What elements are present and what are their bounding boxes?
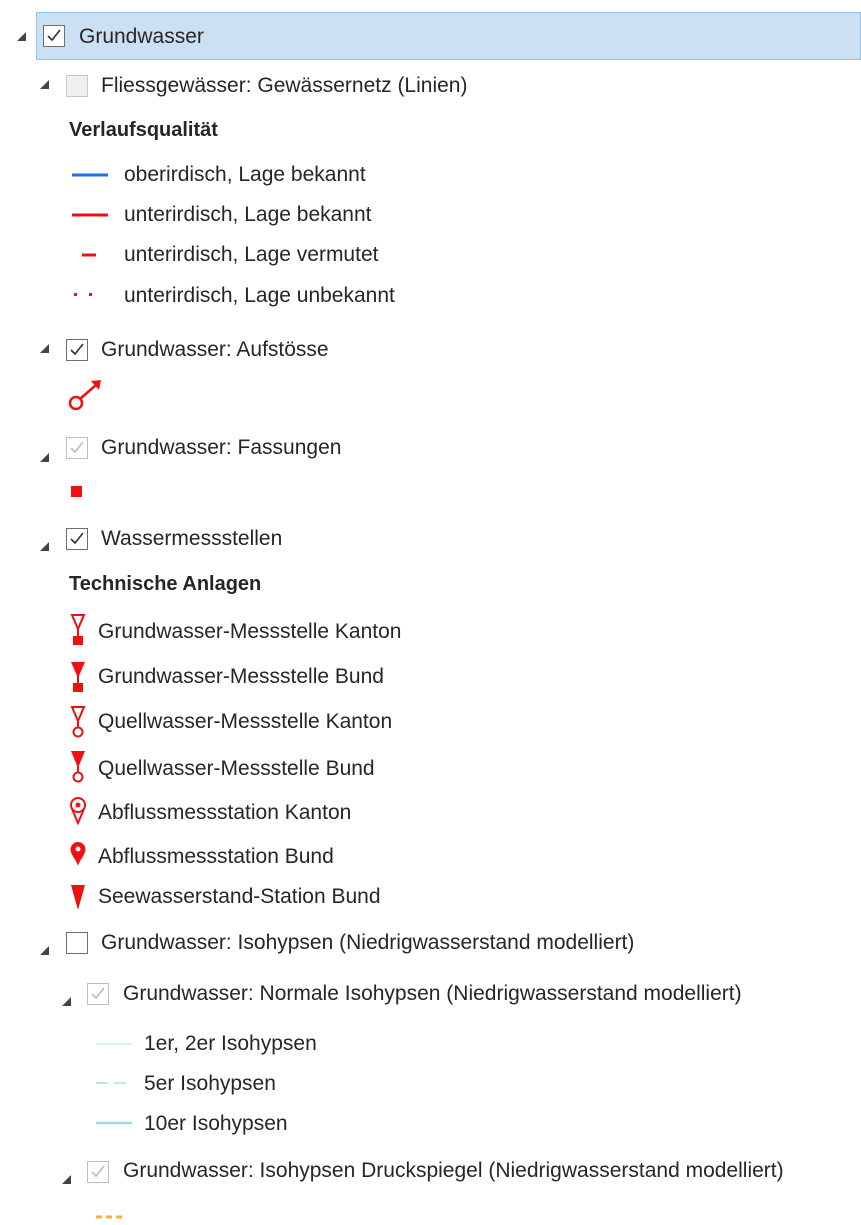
station-symbols [70, 614, 86, 910]
legend-label: 5er Isohypsen [144, 1072, 276, 1095]
triangle-square-filled-icon [71, 662, 85, 692]
layer-messstellen-label: Wassermessstellen [101, 527, 283, 550]
expand-triangle-icon[interactable] [40, 542, 49, 551]
dashed-orange-line-icon [96, 1215, 122, 1219]
triangle-circle-filled-icon [71, 751, 85, 783]
layer-fliess-checkbox[interactable] [66, 75, 88, 97]
expand-triangle-icon[interactable] [40, 946, 49, 955]
legend-label: Seewasserstand-Station Bund [98, 885, 381, 908]
expand-triangle-icon[interactable] [62, 997, 71, 1006]
layer-fassungen-checkbox[interactable] [66, 437, 88, 459]
legend-label: Quellwasser-Messstelle Bund [98, 757, 375, 780]
legend-label: oberirdisch, Lage bekannt [124, 163, 366, 186]
group-heading-technische-anlagen: Technische Anlagen [69, 573, 262, 595]
root-checkbox[interactable] [43, 25, 65, 47]
expand-triangle-icon[interactable] [17, 32, 26, 41]
line-symbols [72, 173, 108, 296]
layer-aufstoesse-checkbox[interactable] [66, 339, 88, 361]
pin-outline-icon [70, 797, 86, 826]
expand-triangle-icon[interactable] [40, 344, 49, 353]
legend-label: Quellwasser-Messstelle Kanton [98, 710, 393, 733]
expand-triangle-icon[interactable] [62, 1175, 71, 1184]
group-heading-verlaufsqualitaet: Verlaufsqualität [69, 119, 218, 141]
isohypse-line-symbols [96, 1043, 132, 1125]
layer-isohypsen-label: Grundwasser: Isohypsen (Niedrigwassersta… [101, 931, 635, 954]
legend-label: unterirdisch, Lage vermutet [124, 243, 379, 266]
triangle-square-outline-icon [70, 614, 86, 645]
triangle-down-filled-icon [71, 885, 85, 910]
layer-aufstoesse-label: Grundwasser: Aufstösse [101, 338, 329, 361]
root-label: Grundwasser [79, 25, 204, 48]
layer-normale-checkbox[interactable] [87, 983, 109, 1005]
expand-triangle-icon[interactable] [40, 453, 49, 462]
legend-label: Grundwasser-Messstelle Bund [98, 665, 384, 688]
layer-messstellen-checkbox[interactable] [66, 528, 88, 550]
legend-label: unterirdisch, Lage unbekannt [124, 284, 395, 307]
pin-filled-icon [70, 842, 86, 867]
layer-isohypsen-checkbox[interactable] [66, 932, 88, 954]
layer-normale-label: Grundwasser: Normale Isohypsen (Niedrigw… [123, 982, 742, 1005]
legend-label: unterirdisch, Lage bekannt [124, 203, 372, 226]
layer-fassungen-label: Grundwasser: Fassungen [101, 436, 342, 459]
legend-label: Abflussmessstation Bund [98, 845, 334, 868]
legend-label: 1er, 2er Isohypsen [144, 1032, 317, 1055]
red-square-icon [71, 486, 82, 497]
expand-triangle-icon[interactable] [40, 80, 49, 89]
dotted-red-line-icon [74, 293, 92, 296]
layer-fliess-label: Fliessgewässer: Gewässernetz (Linien) [101, 74, 468, 97]
legend-label: Grundwasser-Messstelle Kanton [98, 620, 402, 643]
legend-label: Abflussmessstation Kanton [98, 801, 352, 824]
layer-druckspiegel-checkbox[interactable] [87, 1161, 109, 1183]
spring-outlet-icon [68, 380, 101, 411]
layer-druckspiegel-label: Grundwasser: Isohypsen Druckspiegel (Nie… [123, 1159, 784, 1182]
legend-label: 10er Isohypsen [144, 1112, 288, 1135]
triangle-circle-outline-icon [70, 706, 86, 738]
